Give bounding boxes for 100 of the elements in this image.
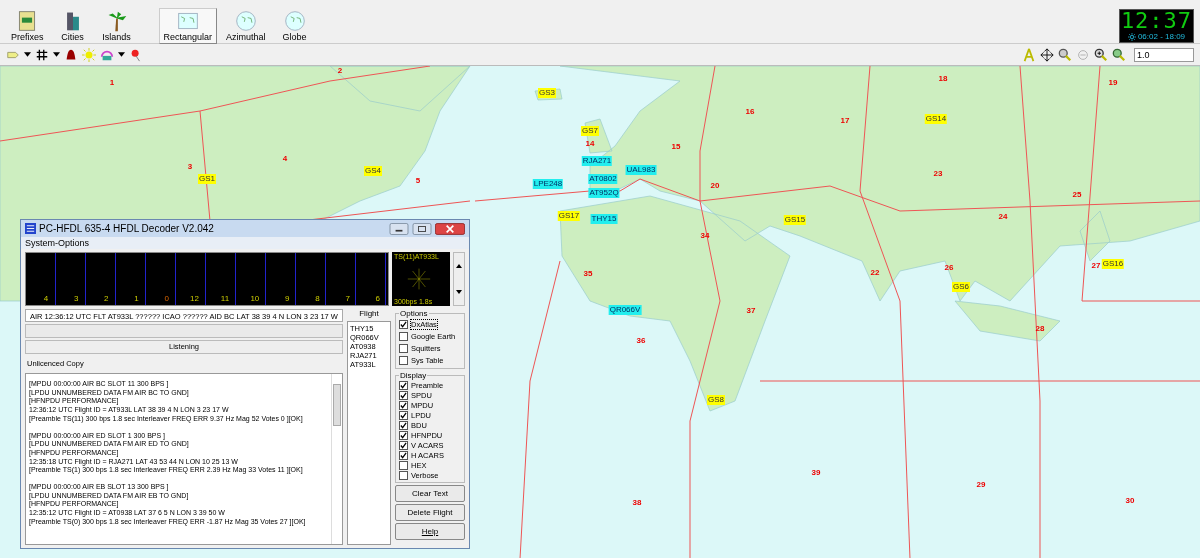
action-button[interactable]: Clear Text (395, 485, 465, 502)
zone-number: 34 (700, 231, 710, 241)
zone-number: 36 (636, 336, 646, 346)
zone-number: 25 (1072, 190, 1082, 200)
down-arrow-icon[interactable] (456, 290, 462, 294)
zoom-in-icon[interactable] (1094, 47, 1108, 62)
log-scrollbar[interactable] (331, 374, 342, 544)
slot-number: 2 (103, 294, 110, 305)
grid-icon[interactable] (35, 47, 49, 62)
dropdown-icon[interactable] (53, 52, 60, 57)
zone-number: 18 (938, 74, 948, 84)
menu-item[interactable]: System-Options (25, 238, 90, 248)
flight-label: QR066V (608, 305, 642, 315)
zoom-input-field[interactable]: 1.0 (1134, 47, 1194, 62)
zone-number: 23 (933, 169, 943, 179)
clock-time: 12:37 (1120, 10, 1193, 32)
zone-number: 38 (632, 498, 642, 508)
group-title: Options (399, 309, 429, 318)
toolbar-button[interactable]: Islands (96, 7, 137, 44)
move-icon[interactable] (1040, 47, 1054, 62)
slot-number: 3 (72, 294, 80, 305)
checkbox[interactable] (399, 460, 408, 470)
zone-number: 29 (976, 480, 986, 490)
slot-number: 12 (189, 294, 200, 305)
slot-number: 7 (344, 294, 351, 305)
close-icon[interactable] (435, 222, 465, 235)
globe-icon (234, 9, 257, 32)
checkbox[interactable] (399, 390, 408, 400)
zone-number: 19 (1108, 78, 1118, 88)
scrollbar[interactable] (453, 252, 465, 306)
flight-label: RJA271 (581, 156, 613, 166)
zone-number: 15 (671, 142, 681, 152)
slot-number: 4 (42, 294, 50, 305)
slot-number: 6 (374, 294, 381, 305)
ground-station-label: GS14 (924, 114, 948, 124)
zone-number: 35 (583, 269, 593, 279)
ground-station-label: GS16 (1101, 259, 1125, 269)
dropdown-icon[interactable] (118, 52, 125, 57)
checkbox[interactable] (399, 470, 408, 480)
zone-number: 1 (109, 78, 115, 88)
flight-heading: Flight (358, 309, 380, 320)
zone-number: 39 (811, 468, 821, 478)
toolbar-button[interactable]: Rectangular (158, 7, 218, 44)
zone-number: 24 (998, 212, 1008, 222)
checkbox[interactable] (399, 420, 408, 430)
up-arrow-icon[interactable] (456, 264, 462, 268)
ground-station-label: GS4 (364, 166, 382, 176)
toolbar-button[interactable]: Cities (52, 7, 93, 44)
zone-number: 27 (1091, 261, 1101, 271)
ground-station-label: GS1 (198, 174, 216, 184)
action-button[interactable]: Delete Flight (395, 504, 465, 521)
ground-station-label: GS17 (557, 211, 581, 221)
maximize-icon[interactable] (412, 222, 432, 235)
zoom-icon[interactable] (1058, 47, 1072, 62)
toolbar-button[interactable]: Prefixes (6, 7, 49, 44)
ground-station-label: GS7 (581, 126, 599, 136)
sun-times: 06:02 - 18:09 (1137, 32, 1186, 41)
zone-number: 2 (337, 66, 343, 76)
sun-icon (1127, 32, 1136, 41)
ground-station-label: GS15 (783, 215, 807, 225)
checkbox[interactable] (399, 355, 408, 365)
action-button[interactable]: Help (395, 523, 465, 540)
checkbox[interactable] (399, 430, 408, 440)
toolbar-button[interactable]: Globe (274, 7, 315, 44)
toolbar-button[interactable]: Azimuthal (221, 7, 271, 44)
zone-number: 14 (585, 139, 595, 149)
checkbox[interactable] (399, 410, 408, 420)
pin-icon[interactable] (129, 47, 143, 62)
zone-number: 4 (282, 154, 288, 164)
checkbox[interactable] (399, 450, 408, 460)
ground-station-label: GS3 (538, 88, 556, 98)
zone-number: 5 (415, 176, 421, 186)
checkbox[interactable] (399, 343, 408, 353)
window-title: PC-HFDL 635-4 HFDL Decoder V2.042 (39, 223, 214, 234)
zone-number: 17 (840, 116, 850, 126)
zone-number: 37 (746, 306, 756, 316)
checkbox[interactable] (399, 380, 408, 390)
flight-label: AT0802 (588, 174, 618, 184)
zone-number: 26 (944, 263, 954, 273)
checkbox[interactable] (399, 440, 408, 450)
ground-station-label: GS6 (952, 282, 970, 292)
slot-number: 11 (219, 294, 231, 305)
slot-number: 0 (163, 294, 170, 305)
flight-label: LPE248 (532, 179, 564, 189)
checkbox[interactable] (399, 319, 408, 329)
bell-icon[interactable] (64, 47, 78, 62)
zoom-out-icon[interactable] (1112, 47, 1126, 62)
slot-number: 9 (284, 294, 291, 305)
zone-number: 20 (710, 181, 720, 191)
checkbox[interactable] (399, 400, 408, 410)
zone-number: 3 (187, 162, 193, 172)
flight-label: UAL983 (625, 165, 657, 175)
app-icon (25, 223, 36, 234)
minimize-icon[interactable] (389, 222, 409, 235)
zone-number: 28 (1035, 324, 1045, 334)
ground-station-label: GS8 (707, 395, 725, 405)
group-title: Display (399, 371, 428, 380)
checkbox[interactable] (399, 331, 408, 341)
dropdown-icon[interactable] (24, 52, 31, 57)
flight-label: AT952Q (588, 188, 620, 198)
